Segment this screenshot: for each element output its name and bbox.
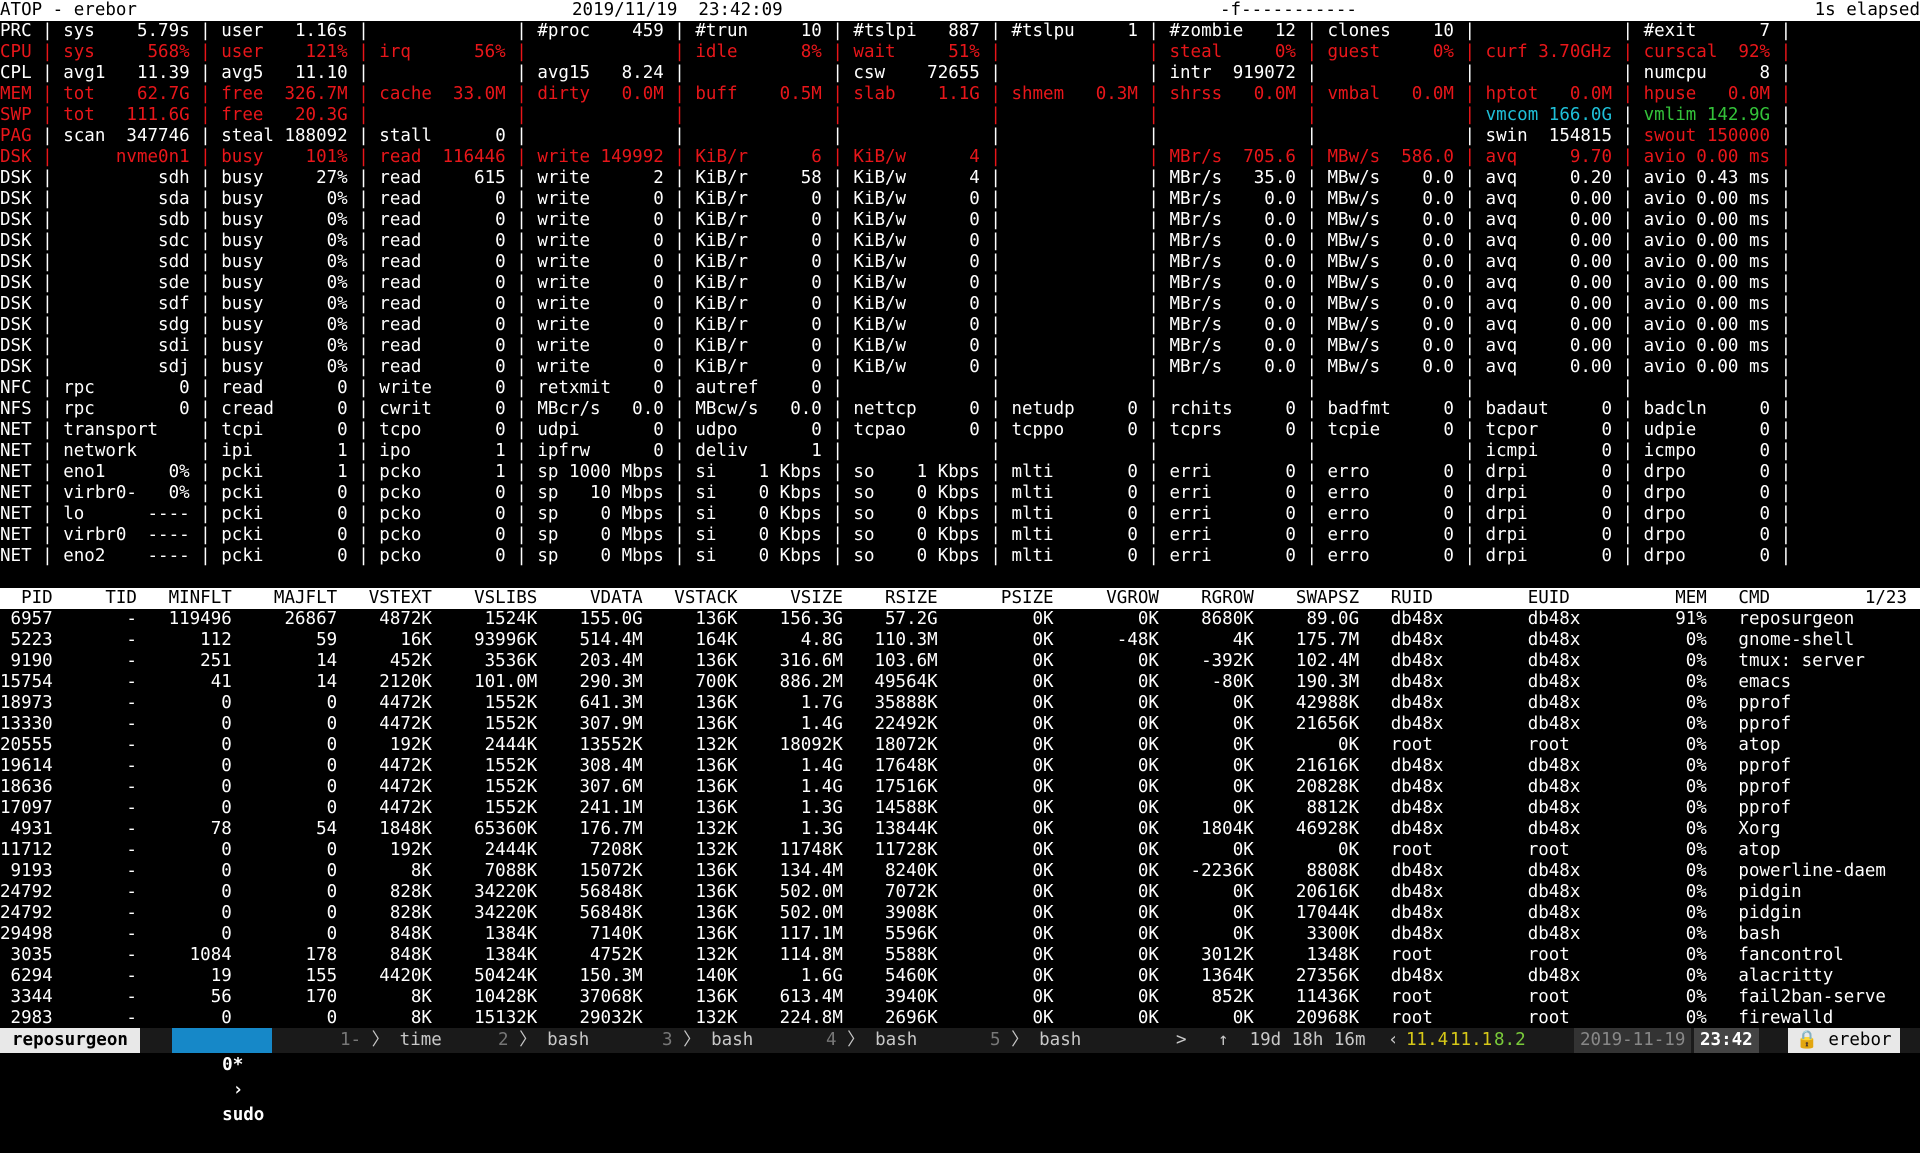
stat-row: DSK | sdh | busy 27% | read 615 | write … — [0, 168, 1792, 188]
stat-row: SWP | tot 111.6G | free 20.3G | | | | | … — [0, 105, 1792, 125]
table-row[interactable]: 9190 - 251 14 452K 3536K 203.4M 136K 316… — [0, 651, 1920, 672]
window-tab[interactable]: 1- 〉 time — [340, 1030, 442, 1051]
stat-row: DSK | sdb | busy 0% | read 0 | write 0 |… — [0, 210, 1792, 230]
stat-row: NET | virbr0 ---- | pcki 0 | pcko 0 | sp… — [0, 525, 1792, 545]
stat-row: NFC | rpc 0 | read 0 | write 0 | retxmit… — [0, 378, 1792, 398]
status-date: 2019-11-19 — [1574, 1028, 1692, 1053]
window-active-separator: › — [222, 1080, 254, 1100]
window-tab[interactable]: 5 〉 bash — [990, 1030, 1081, 1051]
stat-row: PRC | sys 5.79s | user 1.16s | | #proc 4… — [0, 21, 1792, 41]
window-tab-separator: 〉 — [672, 1030, 712, 1050]
stat-row: NET | virbr0- 0% | pcki 0 | pcko 0 | sp … — [0, 483, 1792, 503]
stat-row: MEM | tot 62.7G | free 326.7M | cache 33… — [0, 84, 1792, 104]
stat-row: NFS | rpc 0 | cread 0 | cwrit 0 | MBcr/s… — [0, 399, 1792, 419]
window-tab[interactable]: 4 〉 bash — [826, 1030, 917, 1051]
stat-row: DSK | sdf | busy 0% | read 0 | write 0 |… — [0, 294, 1792, 314]
window-active-name: sudo — [222, 1105, 265, 1125]
table-row[interactable]: 6957 - 119496 26867 4872K 1524K 155.0G 1… — [0, 609, 1920, 630]
table-row[interactable]: 2983 - 0 0 8K 15132K 29032K 132K 224.8M … — [0, 1008, 1920, 1029]
table-row[interactable]: 18973 - 0 0 4472K 1552K 641.3M 136K 1.7G… — [0, 693, 1920, 714]
window-tab-number: 2 — [498, 1030, 509, 1050]
stat-row: PAG | scan 347746 | steal 188092 | stall… — [0, 126, 1792, 146]
table-row[interactable]: 9193 - 0 0 8K 7088K 15072K 136K 134.4M 8… — [0, 861, 1920, 882]
stat-row: DSK | sde | busy 0% | read 0 | write 0 |… — [0, 273, 1792, 293]
window-tab-separator: 〉 — [1000, 1030, 1040, 1050]
table-row[interactable]: 18636 - 0 0 4472K 1552K 307.6M 136K 1.4G… — [0, 777, 1920, 798]
table-row[interactable]: 6294 - 19 155 4420K 50424K 150.3M 140K 1… — [0, 966, 1920, 987]
table-row[interactable]: 4931 - 78 54 1848K 65360K 176.7M 132K 1.… — [0, 819, 1920, 840]
process-table: 6957 - 119496 26867 4872K 1524K 155.0G 1… — [0, 609, 1920, 1029]
window-tab-separator: 〉 — [361, 1030, 400, 1050]
table-row[interactable]: 11712 - 0 0 192K 2444K 7208K 132K 11748K… — [0, 840, 1920, 861]
window-tab-name: time — [399, 1030, 442, 1050]
window-tab-number: 4 — [826, 1030, 837, 1050]
status-time: 23:42 — [1694, 1028, 1759, 1053]
chevron-left-icon: ‹ — [1388, 1030, 1399, 1050]
window-tab-number: 5 — [990, 1030, 1001, 1050]
table-row[interactable]: 3035 - 1084 178 848K 1384K 4752K 132K 11… — [0, 945, 1920, 966]
stat-row: DSK | sdi | busy 0% | read 0 | write 0 |… — [0, 336, 1792, 356]
load-avg-15: 8.2 — [1494, 1030, 1526, 1050]
window-tab[interactable]: 2 〉 bash — [498, 1030, 589, 1051]
session-name[interactable]: reposurgeon — [0, 1028, 140, 1053]
window-tab-name: bash — [875, 1030, 918, 1050]
table-row[interactable]: 15754 - 41 14 2120K 101.0M 290.3M 700K 8… — [0, 672, 1920, 693]
table-row[interactable]: 24792 - 0 0 828K 34220K 56848K 136K 502.… — [0, 903, 1920, 924]
tmux-status-bar: reposurgeon 0* › sudo 1- 〉 time 2 〉 bash 3… — [0, 1028, 1920, 1125]
window-tab-active[interactable]: 0* › sudo — [172, 1028, 273, 1125]
stat-row: DSK | sdc | busy 0% | read 0 | write 0 |… — [0, 231, 1792, 251]
stat-row: NET | eno2 ---- | pcki 0 | pcko 0 | sp 0… — [0, 546, 1792, 566]
table-row[interactable]: 19614 - 0 0 4472K 1552K 308.4M 136K 1.4G… — [0, 756, 1920, 777]
title-left: ATOP - erebor — [0, 0, 137, 20]
uptime-label: ↑ 19d 18h 16m — [1218, 1030, 1366, 1050]
table-row[interactable]: 29498 - 0 0 848K 1384K 7140K 136K 117.1M… — [0, 924, 1920, 945]
window-tab-number: 3 — [662, 1030, 673, 1050]
stat-row: NET | transport | tcpi 0 | tcpo 0 | udpi… — [0, 420, 1792, 440]
stat-row: DSK | nvme0n1 | busy 101% | read 116446 … — [0, 147, 1792, 167]
status-host: 🔒 erebor — [1788, 1028, 1900, 1053]
table-row[interactable]: 24792 - 0 0 828K 34220K 56848K 136K 502.… — [0, 882, 1920, 903]
atop-title-bar: ATOP - erebor 2019/11/19 23:42:09 -f----… — [0, 0, 1920, 21]
window-tab-name: bash — [1039, 1030, 1082, 1050]
table-row[interactable]: 5223 - 112 59 16K 93996K 514.4M 164K 4.8… — [0, 630, 1920, 651]
stat-row: DSK | sdd | busy 0% | read 0 | write 0 |… — [0, 252, 1792, 272]
stat-row: DSK | sdg | busy 0% | read 0 | write 0 |… — [0, 315, 1792, 335]
window-tab-name: bash — [547, 1030, 590, 1050]
stat-row: DSK | sdj | busy 0% | read 0 | write 0 |… — [0, 357, 1792, 377]
more-windows-indicator[interactable]: > — [1176, 1030, 1187, 1051]
stat-row: NET | network | ipi 1 | ipo 1 | ipfrw 0 … — [0, 441, 1792, 461]
table-row[interactable]: 13330 - 0 0 4472K 1552K 307.9M 136K 1.4G… — [0, 714, 1920, 735]
title-flags: -f----------- — [1220, 0, 1357, 20]
table-row[interactable]: 3344 - 56 170 8K 10428K 37068K 136K 613.… — [0, 987, 1920, 1008]
window-tab-number: 1- — [340, 1030, 362, 1050]
title-elapsed: 1s elapsed — [1814, 0, 1920, 20]
table-row[interactable]: 17097 - 0 0 4472K 1552K 241.1M 136K 1.3G… — [0, 798, 1920, 819]
stat-row: CPU | sys 568% | user 121% | irq 56% | |… — [0, 42, 1792, 62]
stat-row: CPL | avg1 11.39 | avg5 11.10 | | avg15 … — [0, 63, 1792, 83]
title-datetime: 2019/11/19 23:42:09 — [572, 0, 783, 20]
stat-row: NET | eno1 0% | pcki 1 | pcko 1 | sp 100… — [0, 462, 1792, 482]
stat-row: NET | lo ---- | pcki 0 | pcko 0 | sp 0 M… — [0, 504, 1792, 524]
load-avg-1: 11.4 — [1406, 1030, 1449, 1050]
process-table-header: PID TID MINFLT MAJFLT VSTEXT VSLIBS VDAT… — [0, 588, 1920, 609]
load-avg-5: 11.1 — [1450, 1030, 1493, 1050]
window-tab[interactable]: 3 〉 bash — [662, 1030, 753, 1051]
window-tab-name: bash — [711, 1030, 754, 1050]
prompt-line — [0, 567, 1920, 609]
window-active-number: 0* — [222, 1055, 244, 1075]
window-tab-separator: 〉 — [508, 1030, 548, 1050]
table-row[interactable]: 20555 - 0 0 192K 2444K 13552K 132K 18092… — [0, 735, 1920, 756]
stat-row: DSK | sda | busy 0% | read 0 | write 0 |… — [0, 189, 1792, 209]
window-tab-separator: 〉 — [836, 1030, 876, 1050]
system-stats-panel: PRC | sys 5.79s | user 1.16s | | #proc 4… — [0, 21, 1920, 567]
